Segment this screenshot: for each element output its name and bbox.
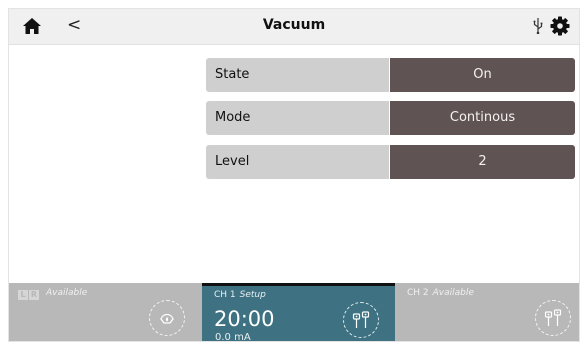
level-value-button[interactable]: 2 [390,145,575,179]
current-readout: 0.0 mA [215,332,251,342]
suction-cup-glyph [160,313,174,324]
top-bar: < Vacuum [9,9,579,45]
gear-icon[interactable] [550,16,570,36]
channel-2-panel[interactable]: CH 2 Available [395,283,579,341]
channel-2-title: CH 2 Available [407,288,474,298]
channel-status: Setup [239,290,266,300]
electrodes-glyph [352,311,370,328]
setting-row-state: State On [206,58,576,92]
usb-icon [533,18,543,34]
setting-row-mode: Mode Continous [206,101,576,135]
suction-cup-icon[interactable] [149,300,185,336]
setting-label: State [206,58,389,92]
electrodes-icon[interactable] [535,300,571,336]
electrodes-glyph [544,309,562,326]
channel-status: Available [432,288,474,298]
state-value-button[interactable]: On [390,58,575,92]
channel-1-title: CH 1 Setup [214,290,266,300]
channel-1-panel[interactable]: CH 1 Setup 20:00 0.0 mA [202,283,395,342]
setting-label: Mode [206,101,389,135]
setting-row-level: Level 2 [206,145,576,179]
mode-value-button[interactable]: Continous [390,101,575,135]
r-badge: R [29,290,39,300]
page-title: Vacuum [262,17,326,33]
electrodes-icon[interactable] [343,302,379,338]
channel-name: CH 2 [407,288,429,298]
channel-status: Available [46,288,88,298]
channel-left-panel[interactable]: LR Available [9,283,202,341]
l-badge: L [18,290,28,300]
app-frame: < Vacuum State On Mode Continous Level 2… [8,8,580,342]
channel-name: CH 1 [214,290,236,300]
setting-label: Level [206,145,389,179]
lr-badges: LR [18,290,40,309]
timer-display: 20:00 [214,307,275,331]
